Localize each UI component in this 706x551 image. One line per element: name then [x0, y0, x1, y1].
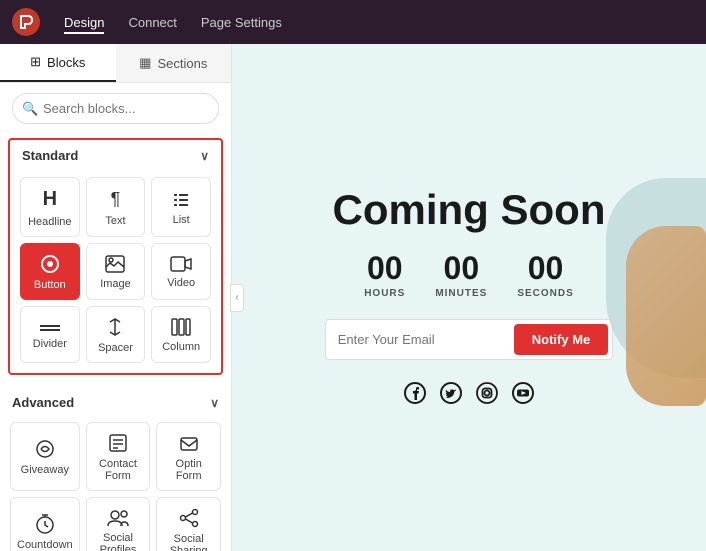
block-countdown[interactable]: Countdown — [10, 497, 80, 551]
twitter-icon[interactable] — [440, 382, 462, 410]
sidebar-tabs: ⊞ Blocks ▦ Sections — [0, 44, 231, 83]
youtube-icon[interactable] — [512, 382, 534, 410]
facebook-icon[interactable] — [404, 382, 426, 410]
column-icon — [171, 318, 191, 336]
search-wrap: 🔍 — [0, 83, 231, 134]
button-label: Button — [34, 279, 66, 291]
search-icon: 🔍 — [22, 101, 38, 117]
social-sharing-label: Social Sharing — [163, 533, 214, 551]
block-social-sharing[interactable]: Social Sharing — [156, 497, 221, 551]
optin-form-icon — [179, 433, 199, 453]
headline-label: Headline — [28, 216, 71, 228]
block-contact-form[interactable]: Contact Form — [86, 422, 151, 491]
block-image[interactable]: Image — [86, 243, 146, 300]
minutes-value: 00 — [444, 252, 480, 284]
divider-label: Divider — [33, 338, 67, 350]
block-social-profiles[interactable]: Social Profiles — [86, 497, 151, 551]
sidebar-collapse-button[interactable]: ‹ — [230, 284, 244, 312]
standard-label: Standard — [22, 148, 78, 163]
list-label: List — [173, 214, 190, 226]
giveaway-label: Giveaway — [21, 464, 69, 476]
countdown-icon — [35, 514, 55, 534]
email-input[interactable] — [338, 332, 514, 347]
countdown-hours: 00 HOURS — [364, 252, 405, 299]
countdown-seconds: 00 SECONDS — [517, 252, 573, 299]
block-giveaway[interactable]: Giveaway — [10, 422, 80, 491]
nav-tab-connect[interactable]: Connect — [128, 11, 176, 34]
divider-icon — [40, 321, 60, 333]
advanced-blocks-grid: Giveaway Contact Form — [0, 416, 231, 551]
social-icons-row — [325, 382, 614, 410]
nav-tab-page-settings[interactable]: Page Settings — [201, 11, 282, 34]
standard-blocks-grid: H Headline ¶ Text — [8, 169, 223, 375]
advanced-label: Advanced — [12, 395, 74, 410]
seconds-value: 00 — [528, 252, 564, 284]
tab-sections[interactable]: ▦ Sections — [116, 44, 232, 82]
coming-soon-heading: Coming Soon — [325, 186, 614, 234]
social-profiles-icon — [107, 509, 129, 527]
text-label: Text — [105, 215, 125, 227]
standard-chevron[interactable]: ∨ — [200, 149, 209, 163]
hand-decoration — [626, 226, 706, 406]
countdown-row: 00 HOURS 00 MINUTES 00 SECONDS — [325, 252, 614, 299]
seconds-label: SECONDS — [517, 288, 573, 299]
email-row: Notify Me — [325, 319, 614, 360]
top-nav: Design Connect Page Settings — [0, 0, 706, 44]
search-input[interactable] — [12, 93, 219, 124]
contact-form-icon — [108, 433, 128, 453]
social-sharing-icon — [179, 508, 199, 528]
contact-form-label: Contact Form — [93, 458, 144, 482]
minutes-label: MINUTES — [435, 288, 487, 299]
sections-tab-label: Sections — [157, 56, 207, 71]
block-column[interactable]: Column — [151, 306, 211, 363]
standard-section-header: Standard ∨ — [8, 138, 223, 169]
blocks-tab-icon: ⊞ — [30, 54, 41, 70]
block-optin-form[interactable]: Optin Form — [156, 422, 221, 491]
hours-value: 00 — [367, 252, 403, 284]
notify-button[interactable]: Notify Me — [514, 324, 609, 355]
block-divider[interactable]: Divider — [20, 306, 80, 363]
image-label: Image — [100, 278, 131, 290]
block-text[interactable]: ¶ Text — [86, 177, 146, 237]
canvas: Coming Soon 00 HOURS 00 MINUTES 00 SECON… — [232, 44, 706, 551]
block-list[interactable]: List — [151, 177, 211, 237]
headline-icon: H — [43, 188, 57, 211]
countdown-minutes: 00 MINUTES — [435, 252, 487, 299]
main-layout: ⊞ Blocks ▦ Sections 🔍 Standard ∨ — [0, 44, 706, 551]
spacer-label: Spacer — [98, 342, 133, 354]
block-spacer[interactable]: Spacer — [86, 306, 146, 363]
nav-tab-design[interactable]: Design — [64, 11, 104, 34]
spacer-icon — [107, 317, 123, 337]
list-icon — [172, 191, 190, 209]
countdown-label: Countdown — [17, 539, 73, 551]
image-icon — [105, 255, 125, 273]
tab-blocks[interactable]: ⊞ Blocks — [0, 44, 116, 82]
block-headline[interactable]: H Headline — [20, 177, 80, 237]
sections-tab-icon: ▦ — [139, 55, 151, 71]
button-icon — [40, 254, 60, 274]
social-profiles-label: Social Profiles — [93, 532, 144, 551]
instagram-icon[interactable] — [476, 382, 498, 410]
advanced-section-header: Advanced ∨ — [0, 387, 231, 416]
giveaway-icon — [35, 439, 55, 459]
video-icon — [170, 256, 192, 272]
canvas-content: Coming Soon 00 HOURS 00 MINUTES 00 SECON… — [285, 156, 654, 440]
advanced-chevron[interactable]: ∨ — [210, 396, 219, 410]
block-video[interactable]: Video — [151, 243, 211, 300]
blocks-tab-label: Blocks — [47, 55, 85, 70]
hours-label: HOURS — [364, 288, 405, 299]
text-icon: ¶ — [111, 189, 121, 210]
app-logo[interactable] — [12, 8, 40, 36]
column-label: Column — [162, 341, 200, 353]
optin-form-label: Optin Form — [163, 458, 214, 482]
video-label: Video — [167, 277, 195, 289]
block-button[interactable]: Button — [20, 243, 80, 300]
sidebar: ⊞ Blocks ▦ Sections 🔍 Standard ∨ — [0, 44, 232, 551]
